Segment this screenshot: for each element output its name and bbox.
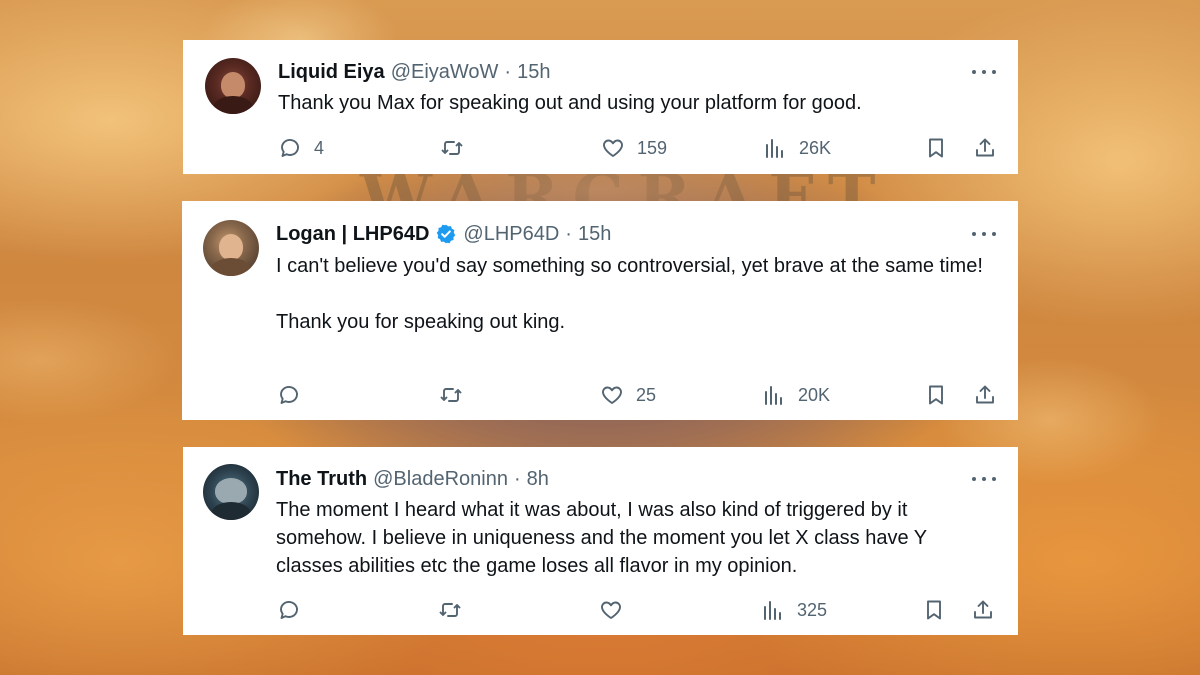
heart-icon <box>602 386 622 404</box>
user-handle[interactable]: @LHP64D <box>463 222 559 246</box>
tweet-paragraph: I can't believe you'd say something so c… <box>276 255 983 277</box>
views-count: 20K <box>798 384 831 405</box>
tweet-text: The moment I heard what it was about, I … <box>276 496 988 580</box>
bar-chart-icon <box>764 601 781 620</box>
timestamp[interactable]: 8h <box>527 467 549 491</box>
like-count: 159 <box>637 137 668 158</box>
like-button[interactable]: 159 <box>601 133 667 163</box>
reply-button[interactable] <box>277 380 313 410</box>
retweet-icon <box>441 141 463 155</box>
speech-bubble-icon <box>281 139 299 157</box>
speech-bubble-icon <box>280 601 298 619</box>
views-button[interactable]: 325 <box>761 595 827 625</box>
avatar[interactable] <box>203 220 259 276</box>
tweet-paragraph: The moment I heard what it was about, I … <box>276 499 927 577</box>
timestamp[interactable]: 15h <box>517 60 550 84</box>
share-icon <box>976 385 994 404</box>
reply-button[interactable]: 4 <box>278 133 324 163</box>
display-name[interactable]: The Truth <box>276 467 367 491</box>
avatar[interactable] <box>205 58 261 114</box>
views-count: 325 <box>797 599 828 620</box>
separator: · <box>504 61 512 83</box>
bookmark-button[interactable] <box>924 380 948 410</box>
like-button[interactable]: 25 <box>600 380 656 410</box>
tweet-text: Thank you Max for speaking out and using… <box>278 89 996 117</box>
tweet-card[interactable]: The Truth @BladeRoninn · 8h The moment I… <box>183 447 1018 635</box>
user-handle[interactable]: @EiyaWoW <box>391 60 499 84</box>
tweet-actions: 25 20K <box>182 380 1018 410</box>
bookmark-button[interactable] <box>924 133 948 163</box>
retweet-button[interactable] <box>438 595 474 625</box>
bookmark-button[interactable] <box>922 595 946 625</box>
like-count: 25 <box>636 384 657 405</box>
retweet-button[interactable] <box>440 133 476 163</box>
separator: · <box>513 468 521 490</box>
like-button[interactable] <box>599 595 635 625</box>
tweet-paragraph: Thank you for speaking out king. <box>276 311 566 333</box>
bar-chart-icon <box>766 139 783 158</box>
speech-bubble-icon <box>280 386 298 404</box>
display-name[interactable]: Logan | LHP64D <box>276 222 429 246</box>
share-button[interactable] <box>973 380 997 410</box>
views-button[interactable]: 20K <box>762 380 830 410</box>
reply-button[interactable] <box>277 595 313 625</box>
bar-chart-icon <box>765 386 782 405</box>
tweet-actions: 325 <box>183 595 1018 625</box>
bookmark-icon <box>929 138 943 158</box>
tweet-card[interactable]: Liquid Eiya @EiyaWoW · 15h Thank you Max… <box>183 40 1018 174</box>
more-dots-icon[interactable] <box>972 469 996 489</box>
retweet-icon <box>439 603 461 617</box>
tweet-paragraph: Thank you Max for speaking out and using… <box>278 92 862 114</box>
tweet-card[interactable]: Logan | LHP64D @LHP64D · 15h I can't bel… <box>182 201 1018 420</box>
verified-badge-icon <box>437 224 456 244</box>
heart-icon <box>603 139 623 157</box>
views-button[interactable]: 26K <box>763 133 831 163</box>
share-icon <box>976 138 994 157</box>
tweet-text: I can't believe you'd say something so c… <box>276 252 996 336</box>
retweet-icon <box>440 388 462 402</box>
separator: · <box>565 223 572 245</box>
bookmark-icon <box>927 600 941 620</box>
retweet-button[interactable] <box>439 380 475 410</box>
heart-icon <box>601 601 621 619</box>
tweet-actions: 4 159 26K <box>183 133 1018 163</box>
share-icon <box>974 600 992 619</box>
tweet-header: The Truth @BladeRoninn · 8h <box>276 467 549 491</box>
tweet-header: Liquid Eiya @EiyaWoW · 15h <box>278 60 550 84</box>
bookmark-icon <box>929 385 943 405</box>
share-button[interactable] <box>973 133 997 163</box>
reply-count: 4 <box>314 137 325 158</box>
tweet-header: Logan | LHP64D @LHP64D · 15h <box>276 222 611 246</box>
timestamp[interactable]: 15h <box>578 222 611 246</box>
more-dots-icon[interactable] <box>972 62 996 82</box>
avatar[interactable] <box>203 464 259 520</box>
more-dots-icon[interactable] <box>972 224 996 244</box>
user-handle[interactable]: @BladeRoninn <box>373 467 508 491</box>
share-button[interactable] <box>971 595 995 625</box>
views-count: 26K <box>799 137 832 158</box>
display-name[interactable]: Liquid Eiya <box>278 60 385 84</box>
